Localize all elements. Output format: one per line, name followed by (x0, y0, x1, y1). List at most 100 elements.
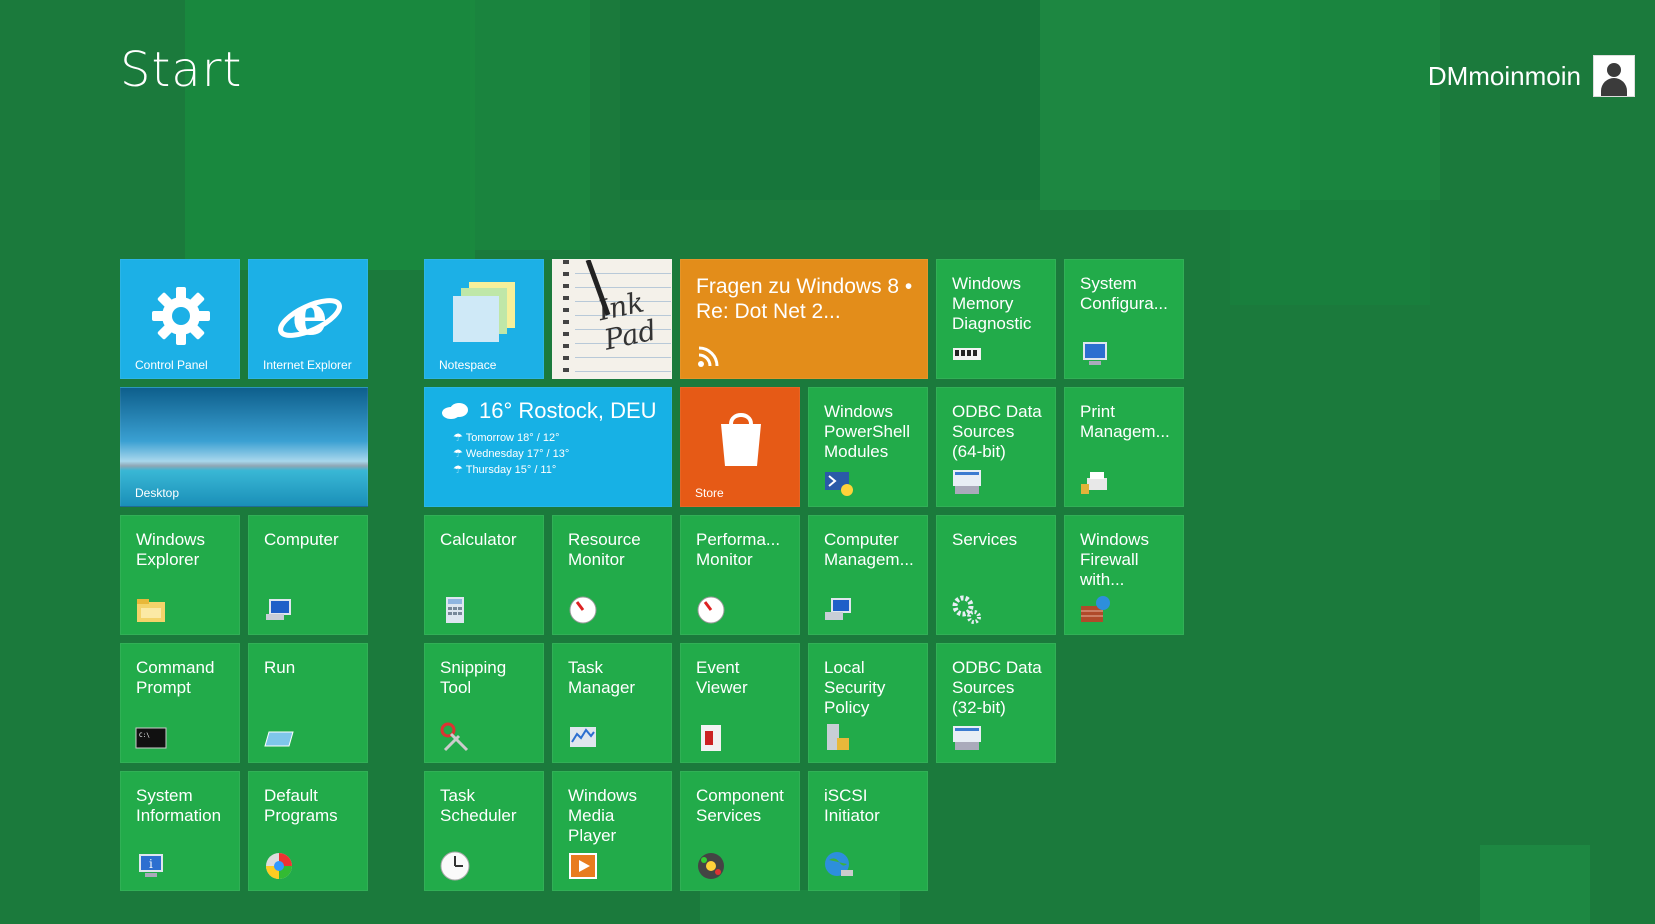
tile-snipping-tool[interactable]: Snipping Tool (424, 643, 544, 763)
ie-icon: e (278, 282, 342, 348)
tile-internet-explorer[interactable]: e Internet Explorer (248, 259, 368, 379)
tile-run[interactable]: Run (248, 643, 368, 763)
terminal-icon: C:\ (135, 727, 167, 749)
tile-print-management[interactable]: Print Managem... (1064, 387, 1184, 507)
tile-system-configuration[interactable]: System Configura... (1064, 259, 1184, 379)
tile-calculator[interactable]: Calculator (424, 515, 544, 635)
clock-icon (440, 851, 470, 881)
rss-icon (698, 346, 719, 367)
tile-label: Windows Memory Diagnostic (952, 274, 1032, 333)
tile-label: Default Programs (264, 786, 338, 825)
tile-label: Performa... Monitor (696, 530, 781, 569)
shopping-bag-icon (721, 413, 761, 466)
tile-component-services[interactable]: Component Services (680, 771, 800, 891)
tile-desktop[interactable]: Desktop (120, 387, 368, 507)
tile-label: Internet Explorer (263, 358, 352, 372)
tile-system-information[interactable]: System Information i (120, 771, 240, 891)
event-viewer-icon (701, 725, 721, 751)
task-manager-icon (570, 727, 596, 747)
bg-shape (185, 0, 475, 270)
tile-weather[interactable]: 16° Rostock, DEU ☂ Tomorrow 18° / 12° ☂ … (424, 387, 672, 507)
bg-shape (470, 0, 590, 250)
tile-powershell-modules[interactable]: Windows PowerShell Modules (808, 387, 928, 507)
tile-windows-explorer[interactable]: Windows Explorer (120, 515, 240, 635)
tile-label: Resource Monitor (568, 530, 641, 569)
gear-icon (152, 287, 210, 345)
tile-iscsi-initiator[interactable]: iSCSI Initiator (808, 771, 928, 891)
page-title: Start (120, 42, 243, 98)
tile-computer-management[interactable]: Computer Managem... (808, 515, 928, 635)
avatar[interactable] (1593, 55, 1635, 97)
tile-command-prompt[interactable]: Command Prompt C:\ (120, 643, 240, 763)
tile-label: Windows Firewall with... (1080, 530, 1149, 589)
tile-label: Windows Explorer (136, 530, 205, 569)
gauge-icon (569, 596, 597, 624)
database-icon (953, 470, 981, 494)
tile-label: ODBC Data Sources (64-bit) (952, 402, 1042, 461)
gears-icon (952, 595, 981, 624)
forecast-row: ☂ Thursday 15° / 11° (453, 464, 557, 476)
tile-rss-reader[interactable]: Fragen zu Windows 8 • Re: Dot Net 2... (680, 259, 928, 379)
tile-label: Store (695, 486, 724, 500)
tile-label: Component Services (696, 786, 784, 825)
tile-resource-monitor[interactable]: Resource Monitor (552, 515, 672, 635)
tile-task-scheduler[interactable]: Task Scheduler (424, 771, 544, 891)
tile-label: Desktop (135, 486, 180, 500)
tile-label: iSCSI Initiator (824, 786, 880, 825)
tile-label: Snipping Tool (440, 658, 507, 697)
tile-odbc-64[interactable]: ODBC Data Sources (64-bit) (936, 387, 1056, 507)
username: DMmoinmoin (1427, 60, 1581, 91)
tile-ink-pad[interactable]: Ink Pad (552, 259, 672, 379)
tile-label: Control Panel (135, 358, 208, 372)
tile-task-manager[interactable]: Task Manager (552, 643, 672, 763)
tile-label: Command Prompt (136, 658, 215, 697)
tile-default-programs[interactable]: Default Programs (248, 771, 368, 891)
component-services-icon (698, 853, 724, 879)
tile-notespace[interactable]: Notespace (424, 259, 544, 379)
media-player-icon (569, 853, 597, 879)
security-policy-icon (827, 724, 849, 750)
tile-label: Computer (264, 530, 339, 549)
tile-odbc-32[interactable]: ODBC Data Sources (32-bit) (936, 643, 1056, 763)
pen-icon (585, 260, 611, 316)
tile-label: Notespace (439, 358, 497, 372)
tile-control-panel[interactable]: Control Panel (120, 259, 240, 379)
user-account[interactable]: DMmoinmoin (1428, 55, 1635, 97)
tile-label: Event Viewer (696, 658, 748, 697)
svg-text:i: i (149, 857, 153, 871)
tile-label: Windows Media Player (568, 786, 637, 845)
tile-label: System Information (136, 786, 222, 825)
bg-shape (620, 0, 1040, 200)
tile-performance-monitor[interactable]: Performa... Monitor (680, 515, 800, 635)
tile-label: Calculator (440, 530, 517, 549)
tile-label: Print Managem... (1080, 402, 1170, 441)
tile-store[interactable]: Store (680, 387, 800, 507)
system-config-icon (1083, 342, 1107, 365)
tile-event-viewer[interactable]: Event Viewer (680, 643, 800, 763)
calculator-icon (446, 597, 464, 623)
tile-memory-diagnostic[interactable]: Windows Memory Diagnostic (936, 259, 1056, 379)
tile-services[interactable]: Services (936, 515, 1056, 635)
tile-label: Run (264, 658, 296, 677)
tile-label: System Configura... (1080, 274, 1168, 313)
computer-management-icon (825, 598, 851, 620)
gauge-icon (697, 596, 725, 624)
forecast-row: ☂ Wednesday 17° / 13° (453, 448, 570, 460)
bg-shape (1480, 845, 1590, 924)
tile-local-security-policy[interactable]: Local Security Policy (808, 643, 928, 763)
tile-label: ODBC Data Sources (32-bit) (952, 658, 1042, 717)
tile-label: Task Scheduler (440, 786, 517, 825)
svg-text:C:\: C:\ (139, 732, 150, 739)
weather-title: 16° Rostock, DEU (479, 398, 657, 423)
printer-icon (1081, 472, 1107, 494)
globe-icon (825, 852, 853, 876)
tile-windows-media-player[interactable]: Windows Media Player (552, 771, 672, 891)
run-icon (264, 731, 294, 747)
tile-label: Task Manager (568, 658, 636, 697)
tile-computer[interactable]: Computer (248, 515, 368, 635)
scissors-icon (440, 722, 469, 752)
rss-headline: Fragen zu Windows 8 • Re: Dot Net 2... (696, 275, 913, 323)
sticky-notes-icon (453, 282, 515, 342)
tile-windows-firewall[interactable]: Windows Firewall with... (1064, 515, 1184, 635)
forecast-row: ☂ Tomorrow 18° / 12° (453, 432, 560, 444)
